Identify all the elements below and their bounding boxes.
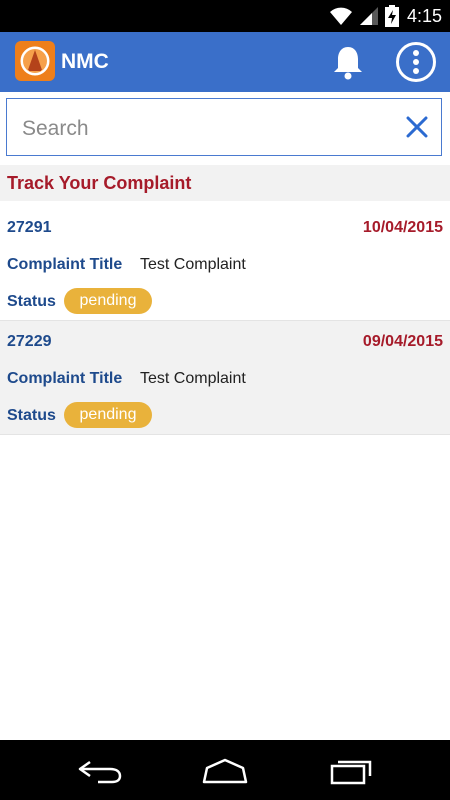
app-title: NMC <box>61 50 109 73</box>
complaint-title-value: Test Complaint <box>140 370 246 387</box>
complaint-title-value: Test Complaint <box>140 256 246 273</box>
complaint-id: 27229 <box>7 333 52 350</box>
section-header: Track Your Complaint <box>0 165 450 201</box>
complaint-date: 09/04/2015 <box>362 333 443 350</box>
app-bar: NMC <box>0 32 450 92</box>
status-badge: pending <box>64 402 152 428</box>
status-icons: 4:15 <box>329 0 442 32</box>
wifi-icon <box>329 7 352 25</box>
back-icon <box>78 760 122 784</box>
recent-apps-button[interactable] <box>322 754 382 786</box>
complaint-id: 27291 <box>7 219 52 236</box>
complaint-title-label: Complaint Title <box>7 370 123 387</box>
close-icon[interactable] <box>405 115 429 139</box>
complaint-item[interactable]: 27229 09/04/2015 Complaint Title Test Co… <box>0 321 450 435</box>
status-bar: 4:15 <box>0 0 450 32</box>
navigation-bar <box>0 740 450 800</box>
home-button[interactable] <box>195 754 255 786</box>
section-title: Track Your Complaint <box>7 173 192 193</box>
home-icon <box>202 758 248 784</box>
recent-apps-icon <box>330 760 372 785</box>
more-vert-icon <box>413 50 419 74</box>
signal-icon <box>359 7 378 25</box>
status-badge: pending <box>64 288 152 314</box>
notification-button[interactable] <box>331 44 365 80</box>
search-box[interactable]: Search <box>6 98 442 156</box>
complaint-title-label: Complaint Title <box>7 256 123 273</box>
battery-charging-icon <box>384 5 399 27</box>
overflow-menu-button[interactable] <box>396 42 436 82</box>
nmc-logo <box>15 41 55 81</box>
complaint-item[interactable]: 27291 10/04/2015 Complaint Title Test Co… <box>0 207 450 321</box>
search-input[interactable]: Search <box>22 117 89 141</box>
status-time: 4:15 <box>406 5 442 26</box>
complaint-status-label: Status <box>7 293 56 310</box>
bell-icon <box>334 47 362 80</box>
complaint-status-label: Status <box>7 407 56 424</box>
logo-emblem-icon <box>20 46 50 76</box>
complaint-date: 10/04/2015 <box>362 219 443 236</box>
back-button[interactable] <box>70 754 130 786</box>
